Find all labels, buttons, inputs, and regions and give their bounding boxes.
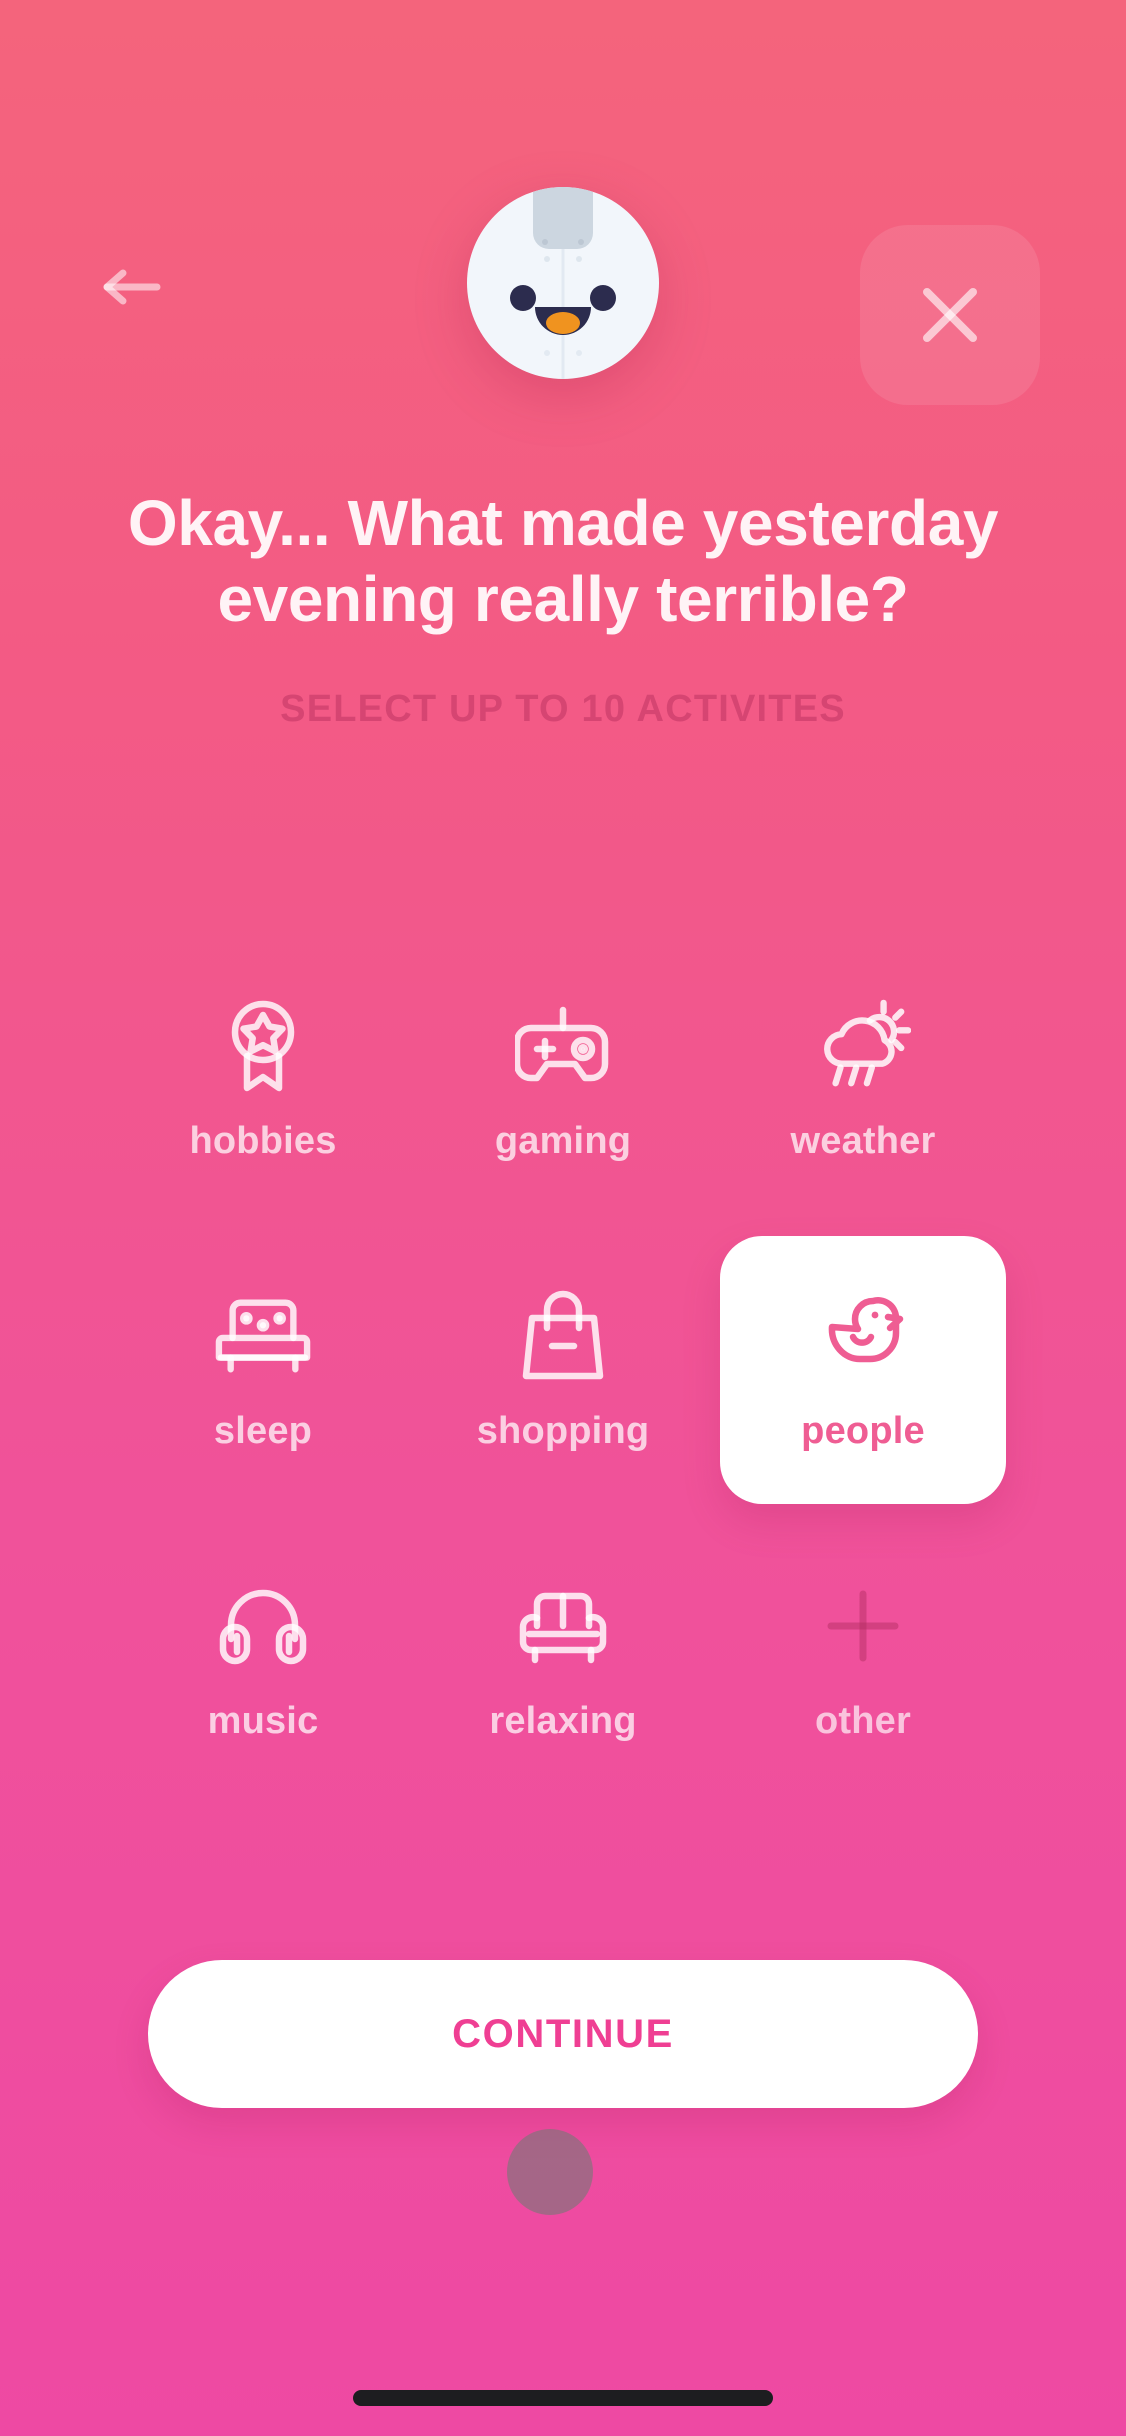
activity-label: shopping [476,1409,650,1452]
activity-label: gaming [494,1119,632,1162]
continue-button-label: CONTINUE [452,2011,674,2056]
activity-option-gaming[interactable]: gaming [413,935,713,1225]
activity-label: music [207,1699,319,1742]
activity-option-weather[interactable]: weather [713,935,1013,1225]
sofa-icon [515,1578,611,1674]
top-bar [0,0,1126,470]
activity-option-hobbies[interactable]: hobbies [113,935,413,1225]
activity-option-people[interactable]: people [713,1225,1013,1515]
rubber-duck-icon [815,1288,911,1384]
back-button[interactable] [100,265,164,309]
activity-grid: hobbies gaming weather sleep shopping pe… [113,935,1013,1805]
plus-icon [815,1578,911,1674]
bed-icon [215,1288,311,1384]
activity-option-other[interactable]: other [713,1515,1013,1805]
page-title: Okay... What made yesterday evening real… [127,487,999,635]
headphones-icon [215,1578,311,1674]
activity-option-sleep[interactable]: sleep [113,1225,413,1515]
avatar [465,185,661,381]
close-button[interactable] [860,225,1040,405]
touch-cursor-indicator [507,2129,593,2215]
shopping-bag-icon [515,1288,611,1384]
activity-label: weather [790,1119,936,1162]
activity-label: people [801,1409,925,1452]
rain-cloud-sun-icon [815,998,911,1094]
gamepad-icon [514,998,611,1094]
activity-option-shopping[interactable]: shopping [413,1225,713,1515]
home-indicator [353,2390,773,2406]
activity-option-relaxing[interactable]: relaxing [413,1515,713,1805]
medal-award-icon [215,998,311,1094]
continue-button[interactable]: CONTINUE [148,1960,978,2108]
activity-label: relaxing [489,1699,637,1742]
activity-option-music[interactable]: music [113,1515,413,1805]
activity-label: sleep [213,1409,313,1452]
selection-hint: SELECT UP TO 10 ACTIVITES [280,688,846,730]
close-x-icon [915,280,985,350]
arrow-left-icon [101,267,163,307]
activity-label: hobbies [189,1119,337,1162]
activity-label: other [815,1699,911,1742]
